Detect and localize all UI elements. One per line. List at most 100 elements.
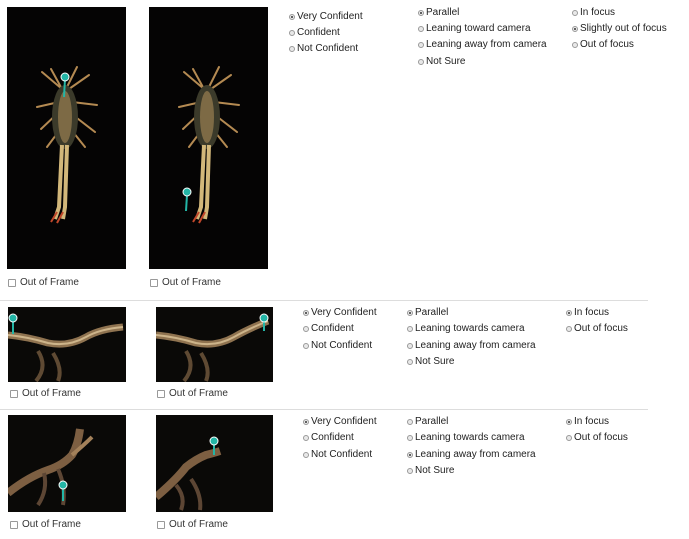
radio-confidence-not-confident[interactable]: Not Confident [289,43,358,54]
out-of-frame-checkbox[interactable]: Out of Frame [10,519,81,530]
radio-confidence-not-confident[interactable]: Not Confident [303,449,372,460]
radio-label: Parallel [415,416,449,427]
radio-button[interactable] [407,467,413,474]
radio-confidence-confident[interactable]: Confident [289,27,340,38]
radio-label: Confident [311,323,354,334]
radio-button[interactable] [407,451,413,458]
radio-button[interactable] [566,418,572,425]
radio-label: In focus [574,416,610,427]
checkbox-box[interactable] [157,389,165,398]
radio-button[interactable] [303,325,309,332]
radio-orientation-away[interactable]: Leaning away from camera [418,39,547,50]
radio-label: Leaning towards camera [415,323,525,334]
out-of-frame-checkbox[interactable]: Out of Frame [8,277,79,288]
checkbox-label: Out of Frame [169,388,228,399]
radio-orientation-towards[interactable]: Leaning towards camera [407,323,525,334]
radio-button[interactable] [303,451,309,458]
image-pair1-left [7,7,126,269]
radio-label: Very Confident [311,307,377,318]
copepod-claw-icon [156,415,273,512]
radio-label: Not Sure [426,56,466,67]
out-of-frame-checkbox[interactable]: Out of Frame [157,388,228,399]
radio-button[interactable] [407,342,413,349]
radio-button[interactable] [418,25,424,32]
out-of-frame-checkbox[interactable]: Out of Frame [150,277,221,288]
radio-label: Not Sure [415,356,455,367]
radio-focus-in-focus[interactable]: In focus [572,7,615,18]
radio-label: Slightly out of focus [580,23,667,34]
image-pair2-right [156,307,273,382]
radio-confidence-confident[interactable]: Confident [303,323,354,334]
radio-button[interactable] [418,41,424,48]
radio-label: Out of focus [574,432,628,443]
radio-orientation-towards[interactable]: Leaning towards camera [407,432,525,443]
radio-button[interactable] [566,309,572,316]
checkbox-box[interactable] [10,520,18,529]
checkbox-label: Out of Frame [22,519,81,530]
radio-focus-out[interactable]: Out of focus [566,432,628,443]
radio-orientation-parallel[interactable]: Parallel [407,416,448,427]
radio-label: Very Confident [297,11,363,22]
out-of-frame-checkbox[interactable]: Out of Frame [10,388,81,399]
radio-button[interactable] [407,325,413,332]
radio-label: Not Confident [311,449,373,460]
radio-button[interactable] [303,418,309,425]
radio-focus-in-focus[interactable]: In focus [566,416,609,427]
radio-focus-in-focus[interactable]: In focus [566,307,609,318]
checkbox-box[interactable] [150,278,158,287]
radio-button[interactable] [572,25,578,32]
radio-button[interactable] [407,309,413,316]
radio-button[interactable] [407,418,413,425]
radio-button[interactable] [289,45,295,52]
radio-focus-out[interactable]: Out of focus [572,39,634,50]
radio-button[interactable] [303,434,309,441]
radio-button[interactable] [566,434,572,441]
radio-button[interactable] [303,342,309,349]
radio-button[interactable] [407,434,413,441]
radio-label: Not Confident [297,43,359,54]
image-pair3-left [8,415,126,512]
radio-label: Confident [297,27,340,38]
image-pair3-right [156,415,273,512]
radio-confidence-not-confident[interactable]: Not Confident [303,340,372,351]
checkbox-label: Out of Frame [20,277,79,288]
radio-orientation-not-sure[interactable]: Not Sure [418,56,465,67]
radio-confidence-confident[interactable]: Confident [303,432,354,443]
radio-label: In focus [580,7,616,18]
radio-button[interactable] [572,9,578,16]
radio-button[interactable] [407,358,413,365]
radio-button[interactable] [303,309,309,316]
row-divider [0,300,648,301]
radio-orientation-toward[interactable]: Leaning toward camera [418,23,531,34]
copepod-full-body-icon [149,7,268,269]
checkbox-label: Out of Frame [162,277,221,288]
checkbox-box[interactable] [157,520,165,529]
radio-orientation-away[interactable]: Leaning away from camera [407,340,536,351]
radio-label: Leaning towards camera [415,432,525,443]
radio-button[interactable] [289,13,295,20]
radio-button[interactable] [418,58,424,65]
radio-button[interactable] [289,29,295,36]
radio-label: Parallel [426,7,460,18]
radio-label: Out of focus [580,39,634,50]
radio-orientation-away[interactable]: Leaning away from camera [407,449,536,460]
out-of-frame-checkbox[interactable]: Out of Frame [157,519,228,530]
radio-label: Leaning away from camera [415,449,536,460]
copepod-claw-icon [8,415,126,512]
radio-confidence-very-confident[interactable]: Very Confident [303,307,377,318]
radio-confidence-very-confident[interactable]: Very Confident [303,416,377,427]
image-pair1-right [149,7,268,269]
radio-orientation-not-sure[interactable]: Not Sure [407,356,454,367]
radio-button[interactable] [418,9,424,16]
radio-confidence-very-confident[interactable]: Very Confident [289,11,363,22]
checkbox-box[interactable] [10,389,18,398]
radio-label: In focus [574,307,610,318]
radio-focus-slightly-out[interactable]: Slightly out of focus [572,23,667,34]
radio-button[interactable] [566,325,572,332]
radio-button[interactable] [572,41,578,48]
radio-focus-out[interactable]: Out of focus [566,323,628,334]
radio-orientation-parallel[interactable]: Parallel [418,7,459,18]
radio-orientation-not-sure[interactable]: Not Sure [407,465,454,476]
radio-orientation-parallel[interactable]: Parallel [407,307,448,318]
checkbox-box[interactable] [8,278,16,287]
